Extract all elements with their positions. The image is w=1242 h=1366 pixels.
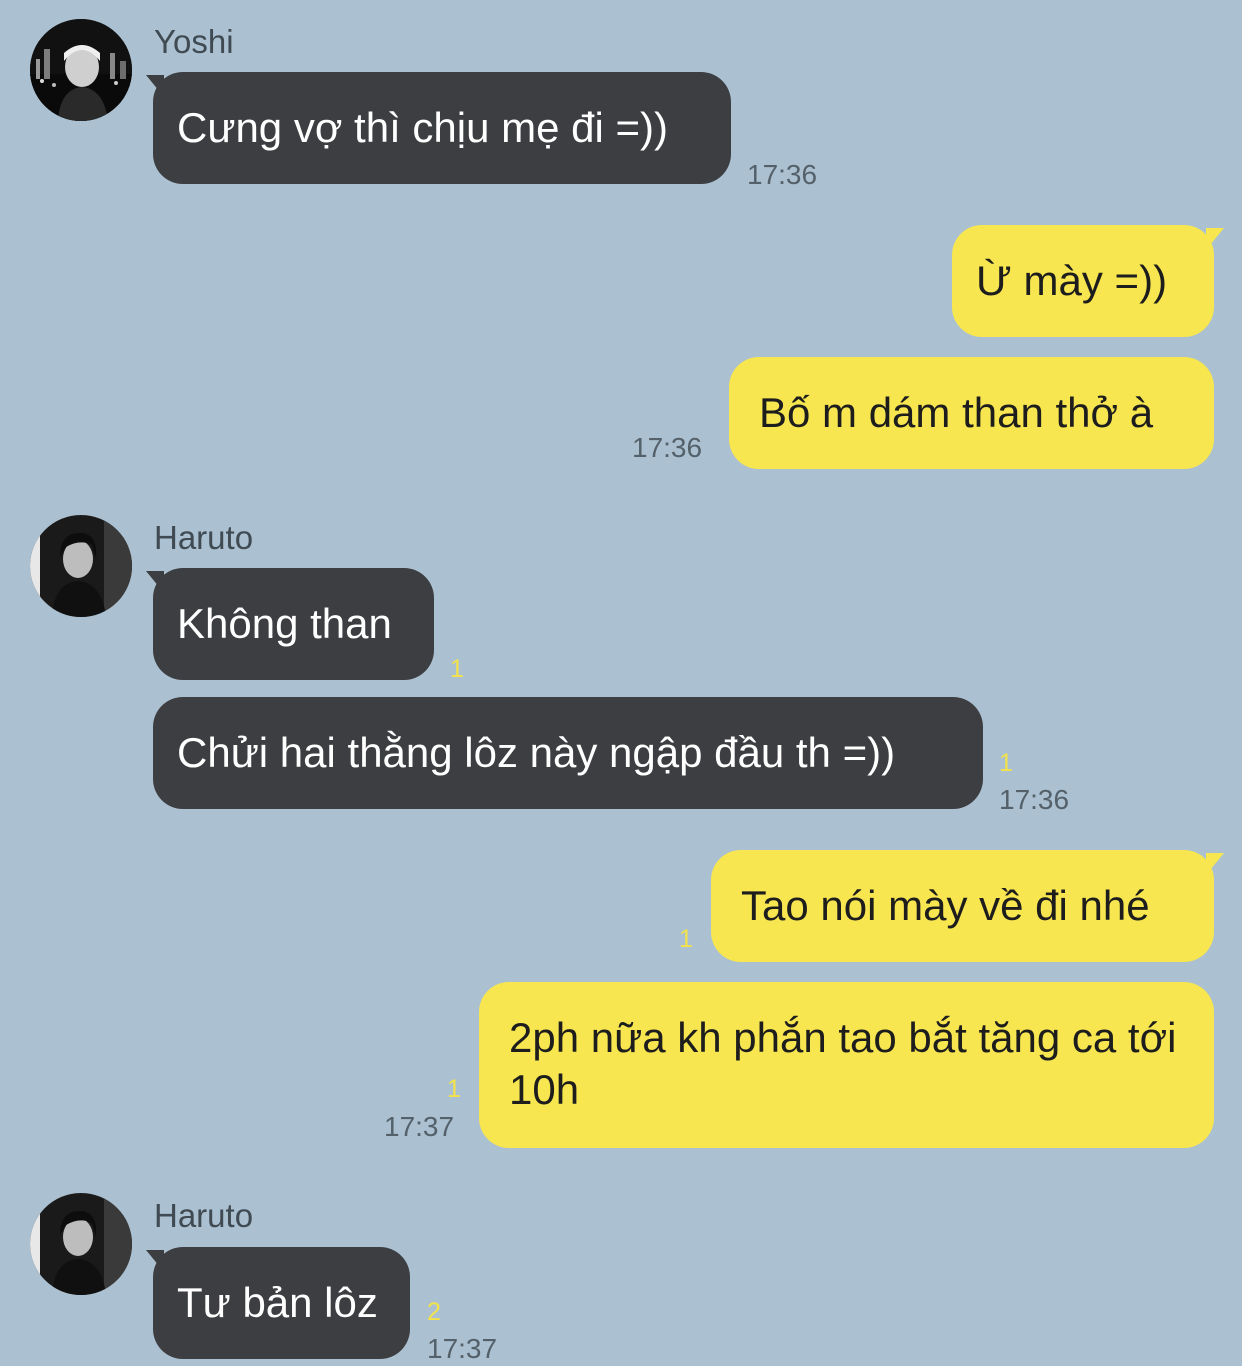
sender-name: Yoshi <box>154 23 234 60</box>
message-bubble[interactable]: Chửi hai thằng lôz này ngập đầu th =)) <box>153 697 983 809</box>
unread-count: 1 <box>450 655 464 683</box>
message-bubble[interactable]: Không than <box>153 568 434 680</box>
message-bubble[interactable]: Ừ mày =)) <box>952 225 1214 337</box>
message-time: 17:36 <box>999 784 1070 815</box>
message-bubble[interactable]: Tư bản lôz <box>153 1247 410 1359</box>
message-bubble[interactable]: Bố m dám than thở à <box>729 357 1214 469</box>
message-bubble[interactable]: Tao nói mày về đi nhé <box>711 850 1214 962</box>
unread-count: 1 <box>447 1075 461 1103</box>
unread-count: 1 <box>679 925 693 953</box>
message-time: 17:37 <box>384 1111 455 1142</box>
message-time: 17:37 <box>427 1333 498 1364</box>
message-time: 17:36 <box>747 159 818 190</box>
unread-count: 1 <box>999 749 1013 777</box>
message-bubble[interactable]: Cưng vợ thì chịu mẹ đi =)) <box>153 72 731 184</box>
haruto-avatar[interactable] <box>30 515 132 617</box>
yoshi-avatar[interactable] <box>30 19 132 121</box>
unread-count: 2 <box>427 1298 441 1326</box>
sender-name: Haruto <box>154 1197 254 1234</box>
haruto-avatar[interactable] <box>30 1193 132 1295</box>
sender-name: Haruto <box>154 519 254 556</box>
message-time: 17:36 <box>632 432 703 463</box>
message-bubble[interactable]: 2ph nữa kh phắn tao bắt tăng ca tới 10h <box>479 982 1214 1148</box>
